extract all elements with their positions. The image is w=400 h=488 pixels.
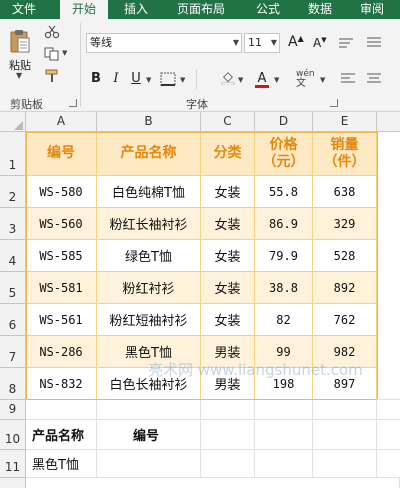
- table-cell[interactable]: 绿色T恤: [97, 240, 201, 272]
- table-cell[interactable]: 粉红衬衫: [97, 272, 201, 304]
- table-cell[interactable]: NS-286: [26, 336, 97, 368]
- empty-cell[interactable]: [26, 400, 97, 420]
- table-cell[interactable]: 白色纯棉T恤: [97, 176, 201, 208]
- empty-cell[interactable]: [313, 450, 377, 478]
- table-cell[interactable]: 99: [255, 336, 313, 368]
- lookup-name-label[interactable]: 产品名称: [26, 420, 97, 450]
- table-header-cell[interactable]: 销量 （件）: [313, 132, 377, 176]
- table-cell[interactable]: 982: [313, 336, 377, 368]
- table-header-cell[interactable]: 分类: [201, 132, 255, 176]
- table-cell[interactable]: 198: [255, 368, 313, 400]
- table-cell[interactable]: 女装: [201, 208, 255, 240]
- table-cell[interactable]: 粉红长袖衬衫: [97, 208, 201, 240]
- empty-cell[interactable]: [313, 400, 377, 420]
- table-cell[interactable]: 897: [313, 368, 377, 400]
- table-cell[interactable]: 粉红短袖衬衫: [97, 304, 201, 336]
- empty-cell[interactable]: [201, 400, 255, 420]
- table-cell[interactable]: 女装: [201, 272, 255, 304]
- empty-cell[interactable]: [313, 420, 377, 450]
- table-cell[interactable]: WS-560: [26, 208, 97, 240]
- empty-cell[interactable]: [377, 132, 400, 400]
- table-cell[interactable]: NS-832: [26, 368, 97, 400]
- empty-cell[interactable]: [377, 420, 400, 450]
- table-cell[interactable]: WS-585: [26, 240, 97, 272]
- table-cell[interactable]: 82: [255, 304, 313, 336]
- table-cell[interactable]: 86.9: [255, 208, 313, 240]
- table-cell[interactable]: 女装: [201, 304, 255, 336]
- table-cell[interactable]: 女装: [201, 176, 255, 208]
- table-cell[interactable]: 762: [313, 304, 377, 336]
- table-cell[interactable]: WS-561: [26, 304, 97, 336]
- empty-cell[interactable]: [201, 450, 255, 478]
- lookup-id-value[interactable]: [97, 450, 201, 478]
- worksheet-grid: 编号 产品名称 分类 价格 （元） 销量 （件） WS-580 白色纯棉T恤 女装 …: [0, 0, 400, 488]
- table-header-cell[interactable]: 编号: [26, 132, 97, 176]
- empty-cell[interactable]: [255, 400, 313, 420]
- lookup-id-label[interactable]: 编号: [97, 420, 201, 450]
- table-cell[interactable]: 528: [313, 240, 377, 272]
- empty-cell[interactable]: [26, 478, 400, 488]
- table-cell[interactable]: 892: [313, 272, 377, 304]
- table-header-cell[interactable]: 价格 （元）: [255, 132, 313, 176]
- empty-cell[interactable]: [377, 400, 400, 420]
- table-cell[interactable]: 黑色T恤: [97, 336, 201, 368]
- table-cell[interactable]: 79.9: [255, 240, 313, 272]
- table-cell[interactable]: 638: [313, 176, 377, 208]
- empty-cell[interactable]: [377, 450, 400, 478]
- table-cell[interactable]: 329: [313, 208, 377, 240]
- table-cell[interactable]: WS-581: [26, 272, 97, 304]
- empty-cell[interactable]: [255, 450, 313, 478]
- table-cell[interactable]: 男装: [201, 336, 255, 368]
- table-cell[interactable]: 55.8: [255, 176, 313, 208]
- table-cell[interactable]: 38.8: [255, 272, 313, 304]
- empty-cell[interactable]: [201, 420, 255, 450]
- table-cell[interactable]: 女装: [201, 240, 255, 272]
- table-header-cell[interactable]: 产品名称: [97, 132, 201, 176]
- table-cell[interactable]: 男装: [201, 368, 255, 400]
- table-cell[interactable]: 白色长袖衬衫: [97, 368, 201, 400]
- table-cell[interactable]: WS-580: [26, 176, 97, 208]
- empty-cell[interactable]: [97, 400, 201, 420]
- lookup-name-value[interactable]: 黑色T恤: [26, 450, 97, 478]
- empty-cell[interactable]: [255, 420, 313, 450]
